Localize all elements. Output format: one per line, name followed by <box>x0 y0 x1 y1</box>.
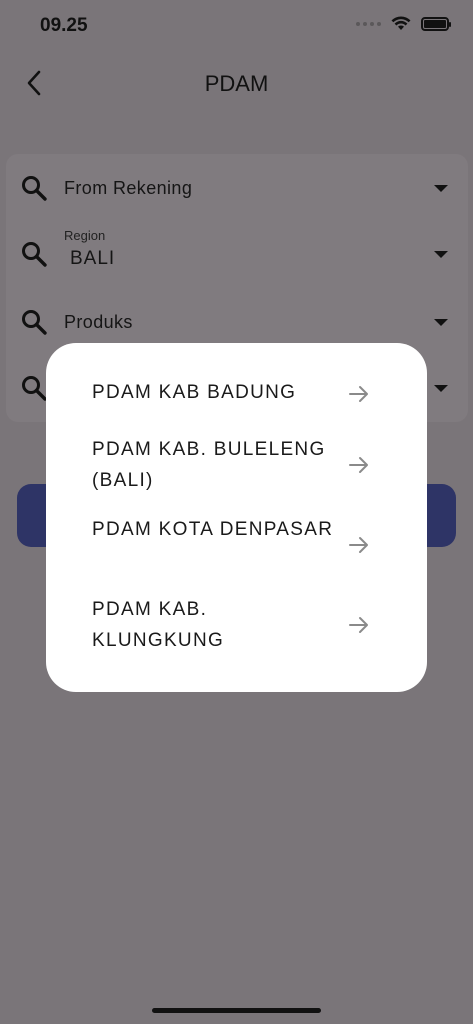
region-label: Region <box>64 228 106 243</box>
option-label: PDAM KAB BADUNG <box>92 382 297 403</box>
pdam-options-modal: PDAM KAB BADUNG PDAM KAB. BULELENG (BALI… <box>46 343 427 692</box>
arrow-right-icon <box>346 612 372 638</box>
option-pdam-kab-badung[interactable]: PDAM KAB BADUNG <box>46 377 427 411</box>
search-icon <box>18 306 50 338</box>
from-rekening-dropdown[interactable]: From Rekening <box>6 158 468 218</box>
region-value: BALI <box>70 248 116 269</box>
caret-down-icon <box>434 185 448 192</box>
search-icon <box>18 238 50 270</box>
option-pdam-kab-klungkung[interactable]: PDAM KAB. KLUNGKUNG <box>46 594 427 656</box>
status-time: 09.25 <box>40 15 88 36</box>
header: PDAM <box>0 58 473 108</box>
signal-icon <box>356 21 381 26</box>
page-title: PDAM <box>204 71 269 96</box>
wifi-icon <box>391 16 411 30</box>
status-icons <box>356 16 451 31</box>
from-rekening-label: From Rekening <box>64 177 193 198</box>
produks-label: Produks <box>64 311 133 332</box>
caret-down-icon <box>434 319 448 326</box>
option-label: PDAM KOTA DENPASAR <box>92 519 334 540</box>
option-pdam-kota-denpasar[interactable]: PDAM KOTA DENPASAR <box>46 514 427 576</box>
option-label: PDAM KAB. BULELENG (BALI) <box>92 439 326 491</box>
arrow-right-icon <box>346 532 372 558</box>
status-bar: 09.25 <box>0 0 473 52</box>
region-dropdown[interactable]: Region BALI <box>6 224 468 284</box>
battery-icon <box>421 16 451 31</box>
option-pdam-kab-buleleng[interactable]: PDAM KAB. BULELENG (BALI) <box>46 434 427 496</box>
search-icon <box>18 172 50 204</box>
caret-down-icon <box>434 385 448 392</box>
option-label: PDAM KAB. KLUNGKUNG <box>92 599 225 651</box>
arrow-right-icon <box>346 452 372 478</box>
arrow-right-icon <box>346 381 372 407</box>
caret-down-icon <box>434 251 448 258</box>
home-indicator <box>152 1008 321 1013</box>
